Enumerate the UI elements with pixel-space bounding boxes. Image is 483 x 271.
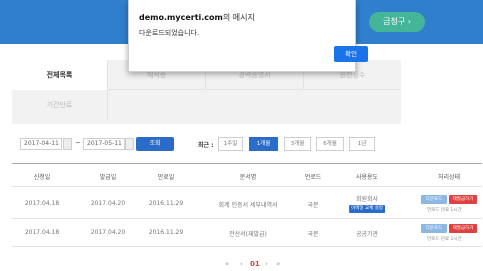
table-top-border (12, 163, 482, 164)
alert-dialog: demo.mycerti.com의 메시지 다운로드되었습니다. 확인 (128, 0, 368, 72)
col-usage-header: 사용용도 (355, 174, 379, 181)
period-1month-button[interactable]: 1개월 (249, 137, 278, 151)
period-1year-button[interactable]: 1년 (349, 137, 375, 151)
last-page-button[interactable]: » (276, 260, 280, 268)
usage-text: 회원회사 (355, 196, 379, 203)
download-button[interactable]: 다운로드 (421, 224, 447, 233)
dialog-site: demo.mycerti.com (139, 13, 223, 22)
usage-tag: 이메일 교체 설정 (349, 205, 385, 213)
document-name[interactable]: 회계 인증서 세부내역서 (218, 200, 277, 209)
language: 국문 (307, 202, 319, 209)
status-note: 언로드 만료 1시간 (427, 237, 462, 242)
applied-date: 2017.04.18 (24, 200, 60, 207)
col-issued-header: 발급일 (99, 174, 117, 181)
end-date-input[interactable]: 2017-05-11 (83, 138, 125, 150)
prev-page-button[interactable]: ‹ (240, 260, 243, 268)
search-button[interactable]: 조회 (136, 137, 174, 151)
dialog-title-suffix: 의 메시지 (222, 13, 255, 22)
download-button[interactable]: 다운로드 (421, 195, 447, 204)
start-calendar-icon[interactable] (63, 138, 72, 150)
expires-date: 2016.11.29 (148, 229, 184, 236)
period-6month-button[interactable]: 6개월 (316, 137, 344, 151)
claim-button[interactable]: 금청구 › (369, 12, 425, 32)
end-calendar-icon[interactable] (125, 138, 134, 150)
col-applied-header: 신청일 (33, 174, 51, 181)
status-note: 언로드 만료 1시간 (427, 208, 462, 213)
start-date-input[interactable]: 2017-04-11 (20, 138, 62, 150)
ok-button[interactable]: 확인 (334, 46, 368, 62)
period-3month-button[interactable]: 3개월 (284, 137, 311, 151)
applied-date: 2017.04.18 (24, 229, 60, 236)
row-divider (12, 218, 482, 219)
period-1week-button[interactable]: 1주일 (218, 137, 243, 151)
issued-date: 2017.04.20 (90, 229, 126, 236)
header-divider (12, 186, 482, 187)
tab-all-list[interactable]: 전체목록 (12, 60, 108, 90)
tab-expired[interactable]: 기간만료 (12, 90, 108, 120)
col-document-header: 문서명 (239, 174, 257, 181)
dialog-title: demo.mycerti.com의 메시지 (139, 12, 255, 23)
dialog-message: 다운로드되었습니다. (139, 29, 200, 37)
date-separator: ~ (75, 139, 81, 147)
document-name[interactable]: 전산서(재발급) (229, 229, 267, 238)
usage-text: 공공기관 (355, 231, 379, 238)
reissue-button[interactable]: 재발급하기 (449, 224, 477, 233)
first-page-button[interactable]: « (225, 260, 229, 268)
row-divider (12, 246, 482, 247)
col-expires-header: 만료일 (157, 174, 175, 181)
current-page[interactable]: 01 (250, 260, 260, 268)
expires-date: 2016.11.29 (148, 200, 184, 207)
col-lang-header: 언로드 (304, 174, 322, 181)
col-status-header: 처리상태 (437, 174, 461, 181)
next-page-button[interactable]: › (265, 260, 268, 268)
language: 국문 (307, 231, 319, 238)
recent-label: 최근 : (198, 142, 214, 149)
reissue-button[interactable]: 재발급하기 (449, 195, 477, 204)
issued-date: 2017.04.20 (90, 200, 126, 207)
